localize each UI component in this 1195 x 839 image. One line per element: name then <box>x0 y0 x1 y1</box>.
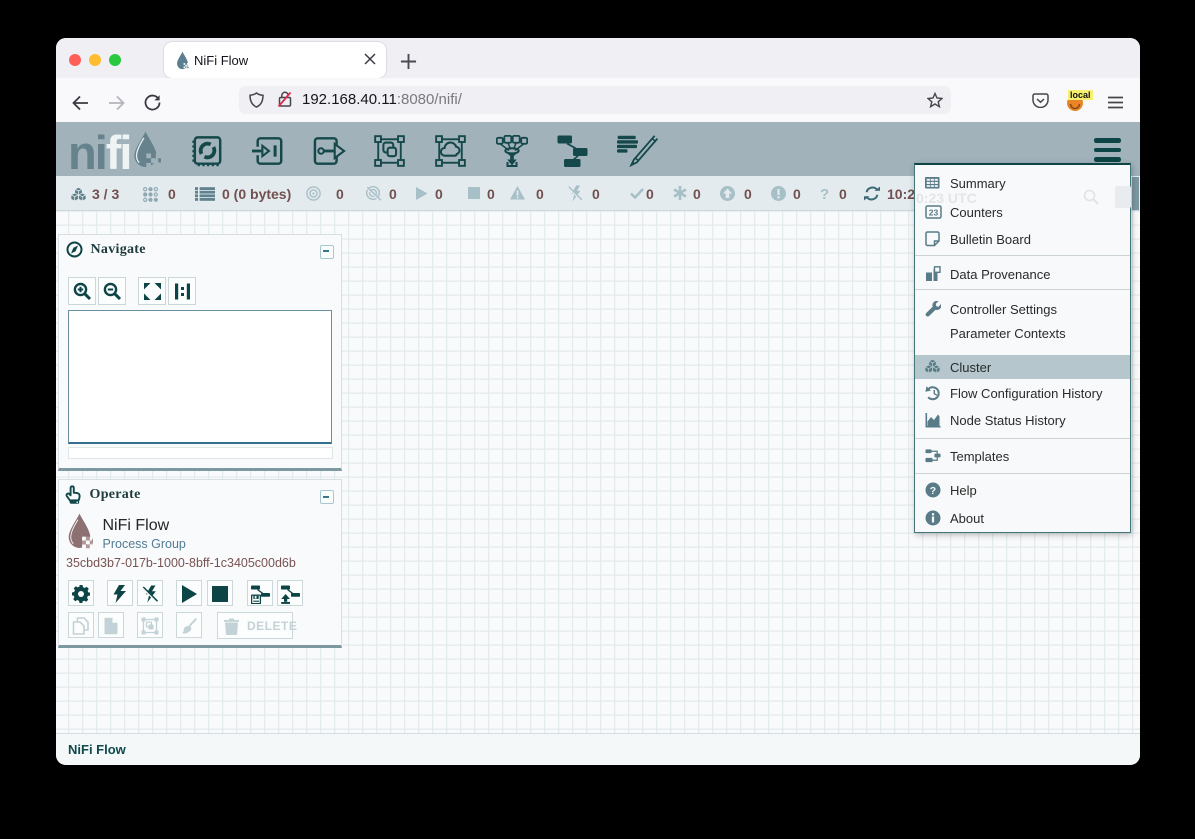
svg-text:?: ? <box>930 485 936 497</box>
svg-text:23: 23 <box>929 207 939 217</box>
